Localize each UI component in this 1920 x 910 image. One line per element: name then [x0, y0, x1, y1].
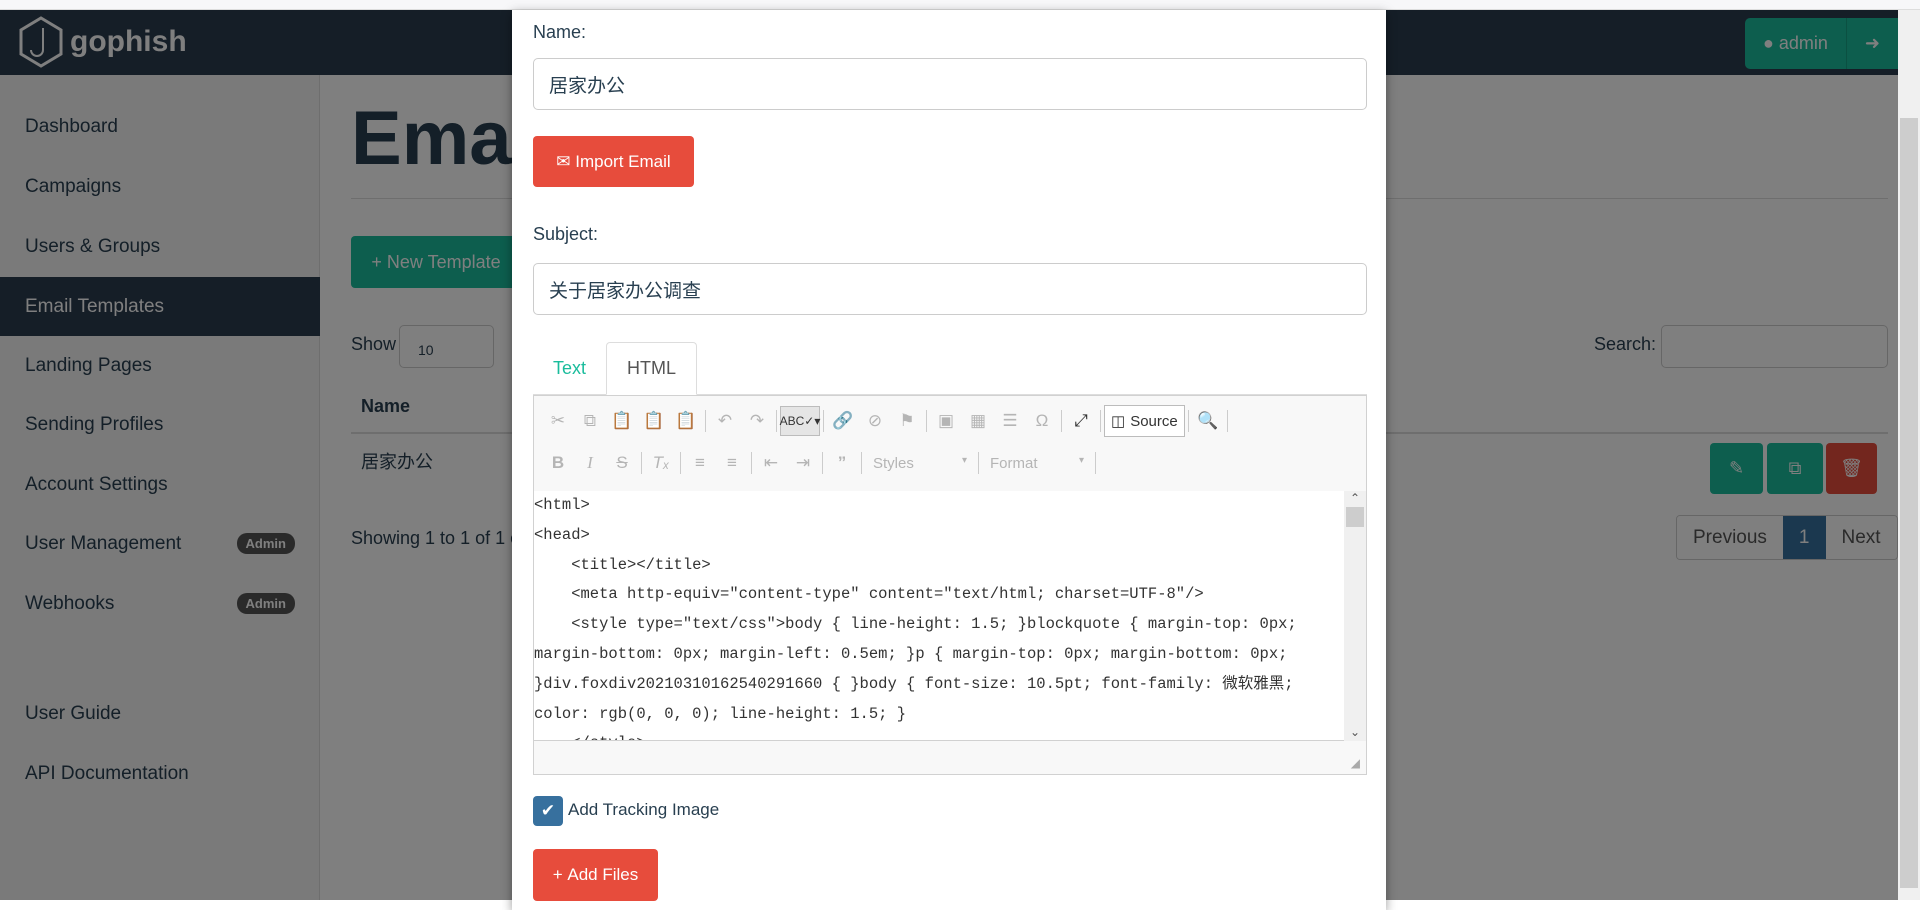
- page-scrollbar[interactable]: [1898, 10, 1920, 900]
- bulleted-list-icon[interactable]: ≡: [716, 453, 748, 473]
- outdent-icon[interactable]: ⇤: [755, 453, 787, 473]
- format-dropdown[interactable]: Format ▾: [982, 455, 1092, 472]
- tab-text[interactable]: Text: [533, 342, 606, 394]
- paste-text-icon[interactable]: 📋: [638, 411, 670, 431]
- bold-icon[interactable]: B: [542, 453, 574, 473]
- editor-toolbar-row-2: BIS Tₓ ≡ ≡ ⇤ ⇥ ” Styles ▾ Format ▾: [542, 447, 1099, 479]
- styles-label: Styles: [873, 454, 914, 472]
- code-line: color: rgb(0, 0, 0); line-height: 1.5; }: [534, 704, 907, 723]
- anchor-flag-icon[interactable]: ⚑: [891, 411, 923, 431]
- redo-icon[interactable]: ↷: [741, 411, 773, 431]
- edit-template-modal: Name: 居家办公 ✉ Import Email Subject: 关于居家办…: [512, 10, 1386, 910]
- editor-tabs: Text HTML: [533, 342, 1367, 395]
- scrollbar-thumb[interactable]: [1900, 118, 1918, 888]
- import-email-label: Import Email: [575, 151, 671, 171]
- image-icon[interactable]: ▣: [930, 411, 962, 431]
- subject-input[interactable]: 关于居家办公调查: [533, 263, 1367, 315]
- styles-dropdown[interactable]: Styles ▾: [865, 455, 975, 472]
- paste-icon[interactable]: 📋: [606, 411, 638, 431]
- add-files-label: Add Files: [567, 865, 639, 884]
- add-files-button[interactable]: + Add Files: [533, 849, 658, 901]
- code-line: margin-bottom: 0px; margin-left: 0.5em; …: [534, 644, 1288, 663]
- blockquote-icon[interactable]: ”: [826, 453, 858, 473]
- subject-label: Subject:: [533, 224, 599, 244]
- chevron-down-icon: ▾: [961, 454, 967, 466]
- plus-icon: +: [552, 865, 568, 884]
- unlink-icon[interactable]: ⊘: [859, 411, 891, 431]
- tracking-image-label: Add Tracking Image: [568, 800, 720, 819]
- html-editor: ✂ ⧉ 📋 📋 📋 ↶ ↷ ABC✓▾ 🔗 ⊘ ⚑ ▣ ▦ ☰ Ω ⤢ ◫ Source 🔍 BIS …: [533, 395, 1367, 775]
- browser-top-strip: [0, 0, 1920, 10]
- maximize-icon[interactable]: ⤢: [1065, 411, 1097, 431]
- horizontal-line-icon[interactable]: ☰: [994, 411, 1026, 431]
- code-line: <title></title>: [534, 555, 711, 574]
- code-line: <meta http-equiv="content-type" content=…: [534, 585, 1204, 604]
- editor-scrollbar-thumb[interactable]: [1346, 507, 1364, 527]
- indent-icon[interactable]: ⇥: [787, 453, 819, 473]
- editor-scrollbar[interactable]: ⌃ ⌄: [1344, 491, 1366, 741]
- tracking-image-checkbox[interactable]: ✔: [533, 796, 563, 826]
- resize-handle-icon[interactable]: ◢: [1351, 756, 1360, 770]
- format-label: Format: [990, 454, 1038, 472]
- source-icon: ◫: [1111, 413, 1126, 430]
- code-line: <html>: [534, 496, 590, 514]
- spellcheck-icon[interactable]: ABC✓▾: [780, 406, 820, 436]
- copy-icon[interactable]: ⧉: [574, 411, 606, 431]
- undo-icon[interactable]: ↶: [709, 411, 741, 431]
- code-line: <head>: [534, 525, 590, 544]
- import-email-button[interactable]: ✉ Import Email: [533, 136, 694, 187]
- chevron-up-icon[interactable]: ⌃: [1344, 491, 1366, 505]
- paste-word-icon[interactable]: 📋: [670, 411, 702, 431]
- code-line: <style type="text/css">body { line-heigh…: [534, 615, 1297, 634]
- code-line: }div.foxdiv20210310162540291660 { }body …: [534, 674, 1294, 693]
- tab-html[interactable]: HTML: [606, 342, 698, 395]
- table-icon[interactable]: ▦: [962, 411, 994, 431]
- strikethrough-icon[interactable]: S: [606, 453, 638, 473]
- envelope-icon: ✉: [556, 151, 576, 171]
- remove-format-icon[interactable]: Tₓ: [645, 453, 677, 473]
- link-icon[interactable]: 🔗: [827, 411, 859, 431]
- check-icon: ✔: [540, 801, 556, 820]
- special-char-icon[interactable]: Ω: [1026, 411, 1058, 431]
- numbered-list-icon[interactable]: ≡: [684, 453, 716, 473]
- name-label: Name:: [533, 22, 587, 42]
- chevron-down-icon[interactable]: ⌄: [1344, 725, 1366, 739]
- source-code-area[interactable]: <html> <head> <title></title> <meta http-…: [534, 491, 1344, 741]
- cut-icon[interactable]: ✂: [542, 411, 574, 431]
- preview-icon[interactable]: 🔍: [1192, 411, 1224, 431]
- italic-icon[interactable]: I: [574, 453, 606, 473]
- chevron-down-icon: ▾: [1078, 454, 1084, 466]
- code-line: </style>: [534, 729, 1344, 740]
- name-input[interactable]: 居家办公: [533, 58, 1367, 110]
- source-button[interactable]: ◫ Source: [1104, 405, 1185, 437]
- editor-toolbar-row-1: ✂ ⧉ 📋 📋 📋 ↶ ↷ ABC✓▾ 🔗 ⊘ ⚑ ▣ ▦ ☰ Ω ⤢ ◫ Source 🔍: [542, 405, 1231, 437]
- source-label: Source: [1130, 412, 1178, 430]
